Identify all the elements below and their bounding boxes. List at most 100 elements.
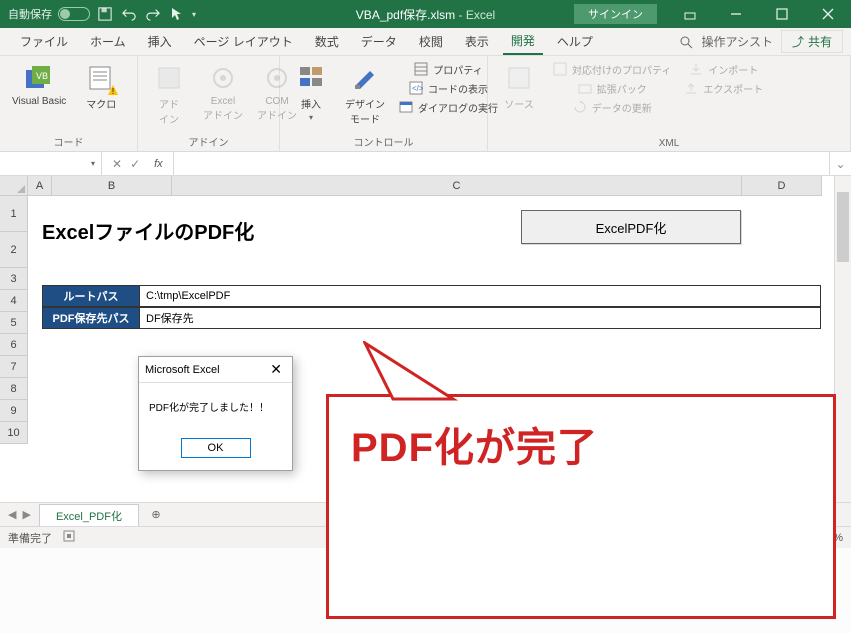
- expansion-packs-button[interactable]: 拡張パック: [548, 79, 675, 97]
- visual-basic-button[interactable]: VB Visual Basic: [6, 60, 72, 109]
- import-button[interactable]: インポート: [679, 60, 767, 78]
- dialog-title: Microsoft Excel: [145, 364, 220, 376]
- dialog-ok-button[interactable]: OK: [181, 438, 251, 458]
- refresh-data-button[interactable]: データの更新: [548, 98, 675, 116]
- share-button[interactable]: ⤴ 共有: [781, 30, 843, 53]
- com-addins-icon: [261, 62, 293, 94]
- excel-addins-button[interactable]: Excel アドイン: [198, 60, 248, 124]
- formula-bar: ▾ ✕ ✓ fx ⌄: [0, 152, 851, 176]
- namebox-dropdown-icon[interactable]: ▾: [91, 159, 95, 168]
- tab-help[interactable]: ヘルプ: [549, 29, 601, 54]
- cursor-icon[interactable]: [168, 5, 186, 23]
- row-header-3[interactable]: 3: [0, 268, 28, 290]
- name-box[interactable]: ▾: [0, 152, 102, 175]
- source-button[interactable]: ソース: [494, 60, 544, 113]
- macro-record-icon[interactable]: [62, 529, 76, 546]
- addins-button[interactable]: アド イン: [144, 60, 194, 128]
- tab-formulas[interactable]: 数式: [307, 29, 347, 54]
- design-mode-icon: [349, 62, 381, 94]
- run-dialog-button[interactable]: ダイアログの実行: [394, 98, 502, 116]
- map-properties-button[interactable]: 対応付けのプロパティ: [548, 60, 675, 78]
- col-header-b[interactable]: B: [52, 176, 172, 196]
- insert-control-button[interactable]: 挿入 ▾: [286, 60, 336, 124]
- svg-text:!: !: [112, 87, 114, 96]
- ribbon-display-icon[interactable]: [667, 0, 713, 28]
- save-icon[interactable]: [96, 5, 114, 23]
- properties-icon: [413, 61, 429, 77]
- row-header-1[interactable]: 1: [0, 196, 28, 232]
- sheet-nav-next-icon[interactable]: ▶: [22, 508, 30, 521]
- macros-button[interactable]: ! マクロ: [76, 60, 126, 113]
- export-label: エクスポート: [703, 81, 763, 96]
- col-header-d[interactable]: D: [742, 176, 822, 196]
- tab-home[interactable]: ホーム: [82, 29, 134, 54]
- tab-insert[interactable]: 挿入: [140, 29, 180, 54]
- tab-review[interactable]: 校閲: [411, 29, 451, 54]
- svg-text:</>: </>: [412, 84, 423, 93]
- col-header-a[interactable]: A: [28, 176, 52, 196]
- minimize-icon[interactable]: [713, 0, 759, 28]
- sheet-tab-1[interactable]: Excel_PDF化: [39, 504, 139, 527]
- vscroll-thumb[interactable]: [837, 192, 849, 262]
- autosave-toggle[interactable]: [58, 7, 90, 21]
- row-header-10[interactable]: 10: [0, 422, 28, 444]
- enter-formula-icon[interactable]: ✓: [130, 157, 140, 171]
- row-header-2[interactable]: 2: [0, 232, 28, 268]
- row-header-7[interactable]: 7: [0, 356, 28, 378]
- tab-developer[interactable]: 開発: [503, 28, 543, 55]
- select-all-corner[interactable]: [0, 176, 28, 196]
- insert-control-label: 挿入: [301, 96, 321, 111]
- add-sheet-button[interactable]: ⊕: [145, 504, 167, 526]
- tab-view[interactable]: 表示: [457, 29, 497, 54]
- col-header-c[interactable]: C: [172, 176, 742, 196]
- row-header-8[interactable]: 8: [0, 378, 28, 400]
- window-title: VBA_pdf保存.xlsm - Excel: [356, 6, 495, 23]
- import-icon: [688, 61, 704, 77]
- row-header-5[interactable]: 5: [0, 312, 28, 334]
- source-icon: [503, 62, 535, 94]
- view-code-button[interactable]: </> コードの表示: [394, 79, 502, 97]
- tab-pagelayout[interactable]: ページ レイアウト: [186, 29, 301, 54]
- import-label: インポート: [708, 62, 758, 77]
- excel-addins-icon: [207, 62, 239, 94]
- design-mode-label: デザイン モード: [345, 96, 385, 126]
- search-icon[interactable]: [679, 35, 693, 49]
- run-dialog-icon: [398, 99, 414, 115]
- cancel-formula-icon[interactable]: ✕: [112, 157, 122, 171]
- properties-button[interactable]: プロパティ: [394, 60, 502, 78]
- signin-button[interactable]: サインイン: [574, 4, 657, 24]
- excel-pdf-button[interactable]: ExcelPDF化: [521, 210, 741, 244]
- macros-icon: !: [85, 62, 117, 94]
- run-dialog-label: ダイアログの実行: [418, 100, 498, 115]
- qat-dropdown-icon[interactable]: ▾: [192, 10, 196, 19]
- map-properties-label: 対応付けのプロパティ: [572, 62, 671, 77]
- sheet-nav-prev-icon[interactable]: ◀: [8, 508, 16, 521]
- tellme-label[interactable]: 操作アシスト: [701, 33, 773, 50]
- formula-input[interactable]: [174, 152, 829, 175]
- fx-icon[interactable]: fx: [148, 158, 163, 170]
- row-header-9[interactable]: 9: [0, 400, 28, 422]
- dialog-close-icon[interactable]: ✕: [266, 361, 286, 378]
- undo-icon[interactable]: [120, 5, 138, 23]
- group-xml-label: XML: [494, 136, 844, 149]
- dialog-message: PDF化が完了しました！！: [139, 383, 292, 430]
- pdf-dest-value[interactable]: DF保存先: [140, 307, 821, 329]
- redo-icon[interactable]: [144, 5, 162, 23]
- msgbox-dialog: Microsoft Excel ✕ PDF化が完了しました！！ OK: [138, 356, 293, 471]
- maximize-icon[interactable]: [759, 0, 805, 28]
- expansion-packs-label: 拡張パック: [597, 81, 647, 96]
- tab-file[interactable]: ファイル: [12, 29, 76, 54]
- root-path-value[interactable]: C:\tmp\ExcelPDF: [140, 285, 821, 307]
- expand-formula-bar-icon[interactable]: ⌄: [829, 152, 851, 175]
- vertical-scrollbar[interactable]: [834, 176, 851, 502]
- view-code-icon: </>: [408, 80, 424, 96]
- row-header-4[interactable]: 4: [0, 290, 28, 312]
- design-mode-button[interactable]: デザイン モード: [340, 60, 390, 128]
- titlebar: 自動保存 ▾ VBA_pdf保存.xlsm - Excel サインイン: [0, 0, 851, 28]
- row-header-6[interactable]: 6: [0, 334, 28, 356]
- root-path-label: ルートパス: [42, 285, 140, 307]
- tab-data[interactable]: データ: [353, 29, 405, 54]
- share-label: 共有: [808, 33, 832, 50]
- export-button[interactable]: エクスポート: [679, 79, 767, 97]
- close-icon[interactable]: [805, 0, 851, 28]
